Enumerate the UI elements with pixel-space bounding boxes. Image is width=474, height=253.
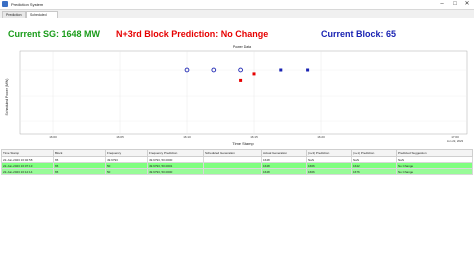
plot-area [19, 50, 468, 135]
table-cell: 1676 [351, 168, 397, 175]
y-axis-label: Scheduled Power (MW) [5, 79, 9, 116]
maximize-button[interactable]: □ [449, 0, 461, 9]
x-tick-label: 16:20 [317, 135, 325, 139]
column-header[interactable]: Scheduled Generation [203, 149, 262, 157]
table-cell [203, 168, 262, 175]
column-header[interactable]: Time Stamp [1, 149, 54, 157]
table-body: 22-Jun-2023 16:02:58 65 49.9793 49.9793, 50… [1, 156, 473, 175]
data-point [252, 72, 256, 76]
x-tick-label: 16:00 [49, 135, 57, 139]
tab-scheduled-power[interactable]: Scheduled Power [26, 11, 58, 24]
column-header[interactable]: Frequency Prediction [147, 149, 204, 157]
column-header[interactable]: (n+3) Prediction [306, 149, 352, 157]
table-cell: 1648 [261, 168, 307, 175]
power-chart: Power Data Scheduled Power (MW) Time Sta… [5, 45, 468, 146]
x-tick-date: Jun 22, 2023 [447, 139, 464, 143]
window-title: Prediction System [11, 2, 44, 7]
column-header[interactable]: Frequency [105, 149, 148, 157]
chart-title: Power Data [233, 45, 251, 49]
x-axis-ticks: 16:00 16:05 16:10 16:15 16:20 17:00Jun 22, 20… [49, 135, 463, 143]
x-axis-label: Time Stamp [232, 141, 254, 146]
table-cell: 49.9793, 50.0000 [147, 168, 204, 175]
prediction-label: N+3rd Block Prediction: No Change [116, 29, 269, 39]
data-point [306, 68, 310, 72]
table-cell: 65 [53, 168, 106, 175]
table-cell: No Change [396, 168, 473, 175]
title-bar: Prediction System – □ ✕ [0, 0, 474, 10]
x-tick-label: 16:10 [183, 135, 191, 139]
x-tick-label: 16:15 [250, 135, 258, 139]
table-row[interactable]: 22-Jun-2023 16:12:14 65 50 49.9793, 50.0000… [1, 168, 473, 175]
table-header: Time Stamp Block Frequency Frequency Predic… [1, 149, 473, 157]
column-header[interactable]: Predicted Suggestion [396, 149, 473, 157]
prediction-table: Time Stamp Block Frequency Frequency Predic… [1, 149, 473, 175]
column-header[interactable]: (n+1) Prediction [351, 149, 397, 157]
column-header[interactable]: Actual Generation [261, 149, 307, 157]
table-cell: 1666 [306, 168, 352, 175]
app-icon [2, 1, 8, 7]
column-header[interactable]: Block [53, 149, 106, 157]
tab-prediction[interactable]: Prediction [2, 11, 26, 18]
close-button[interactable]: ✕ [461, 0, 473, 9]
data-point [239, 78, 243, 82]
minimize-button[interactable]: – [436, 0, 448, 9]
x-tick-label: 16:05 [116, 135, 124, 139]
current-sg-label: Current SG: 1648 MW [8, 29, 101, 39]
data-point [279, 68, 283, 72]
table-cell: 22-Jun-2023 16:12:14 [1, 168, 54, 175]
current-block-label: Current Block: 65 [321, 29, 397, 39]
table-cell: 50 [105, 168, 148, 175]
